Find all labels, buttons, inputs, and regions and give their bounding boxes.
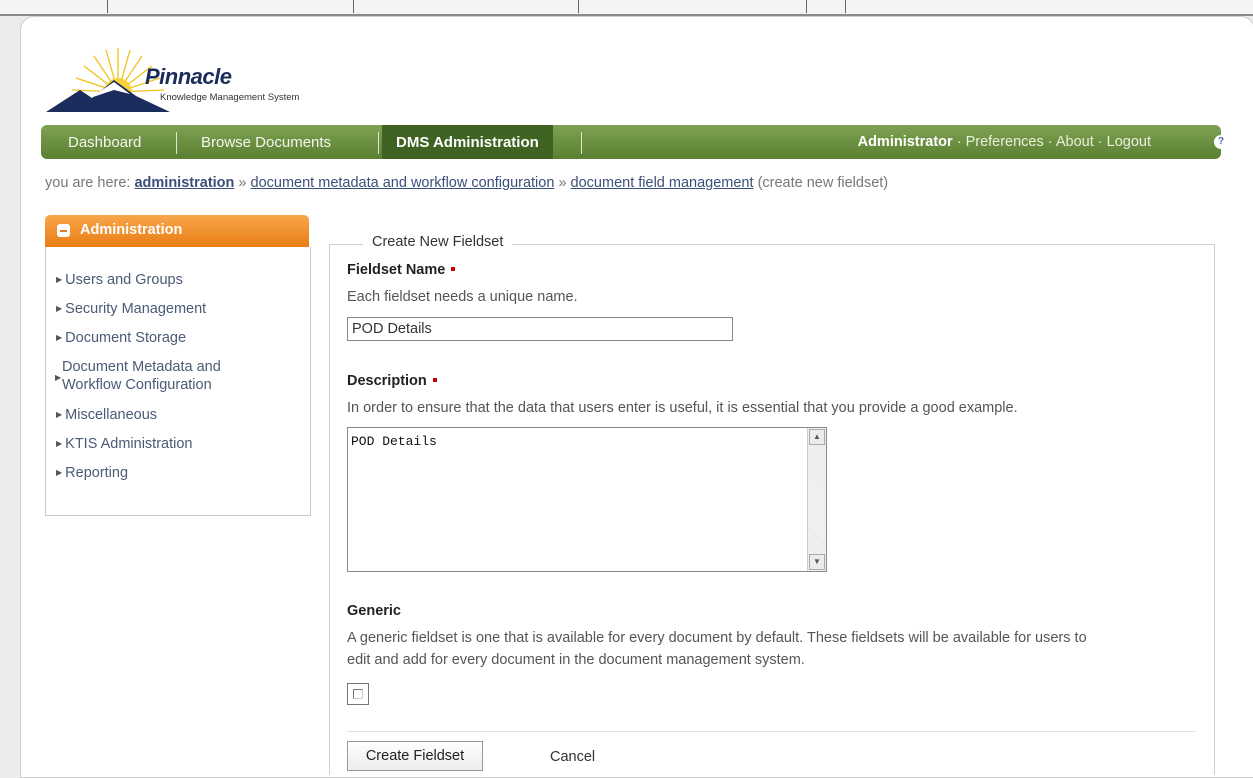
sidebar-title: Administration — [80, 222, 183, 238]
app-name: Pinnacle — [145, 64, 232, 89]
breadcrumb-current: (create new fieldset) — [757, 175, 889, 191]
textarea-scrollbar[interactable]: ▲ ▼ — [807, 428, 826, 571]
form-divider — [347, 731, 1195, 732]
arrow-right-icon: ▶ — [56, 410, 63, 419]
sidebar-item-label: Reporting — [65, 465, 129, 481]
form-legend: Create New Fieldset — [363, 234, 513, 250]
sidebar-item-security-management[interactable]: ▶ Security Management — [56, 301, 206, 317]
breadcrumb-separator: » — [558, 175, 567, 191]
fieldset-name-input[interactable]: POD Details — [347, 317, 733, 341]
sidebar-item-label: Users and Groups — [65, 272, 183, 288]
scroll-up-icon[interactable]: ▲ — [809, 429, 825, 445]
generic-checkbox[interactable] — [347, 683, 369, 705]
nav-divider — [176, 132, 177, 154]
preferences-link[interactable]: Preferences — [966, 134, 1044, 150]
sidebar-header[interactable]: Administration — [45, 215, 309, 247]
description-help: In order to ensure that the data that us… — [347, 400, 1018, 416]
logout-link[interactable]: Logout — [1107, 134, 1151, 150]
arrow-right-icon: ▶ — [56, 439, 63, 448]
sidebar-item-metadata-workflow[interactable]: ▶ Document Metadata and Workflow Configura… — [55, 358, 221, 394]
required-icon — [432, 378, 437, 382]
fieldset-name-help: Each fieldset needs a unique name. — [347, 289, 578, 305]
sidebar-item-label: Document Storage — [65, 330, 187, 346]
nav-divider — [378, 132, 379, 154]
description-label: Description — [347, 373, 437, 389]
arrow-right-icon: ▶ — [56, 333, 63, 342]
nav-divider — [581, 132, 582, 154]
generic-help: A generic fieldset is one that is availa… — [347, 627, 1087, 671]
collapse-icon[interactable] — [57, 224, 70, 237]
fieldset-name-label-text: Fieldset Name — [347, 262, 446, 278]
fieldset-name-label: Fieldset Name — [347, 262, 456, 278]
tab-separator — [353, 0, 354, 13]
nav-dashboard[interactable]: Dashboard — [68, 125, 141, 159]
breadcrumb-prefix: you are here: — [45, 175, 131, 191]
tab-separator — [806, 0, 807, 13]
user-name[interactable]: Administrator — [858, 134, 953, 150]
user-menu-separator: · — [1093, 134, 1107, 150]
breadcrumb: you are here: administration » document … — [45, 175, 888, 191]
generic-label: Generic — [347, 603, 401, 619]
tab-separator — [578, 0, 579, 13]
generic-help-line1: A generic fieldset is one that is availa… — [347, 630, 1087, 646]
arrow-right-icon: ▶ — [56, 275, 63, 284]
user-menu-separator: · — [1043, 134, 1056, 150]
cancel-link[interactable]: Cancel — [550, 749, 595, 765]
sidebar-item-label: Miscellaneous — [65, 407, 158, 423]
sidebar-item-label: Document Metadata and — [62, 359, 221, 375]
generic-help-line2: edit and add for every document in the d… — [347, 652, 805, 668]
arrow-right-icon: ▶ — [56, 304, 63, 313]
required-icon — [451, 267, 456, 271]
breadcrumb-field-management[interactable]: document field management — [571, 175, 754, 191]
sidebar-item-reporting[interactable]: ▶ Reporting — [56, 465, 128, 481]
sidebar-item-document-storage[interactable]: ▶ Document Storage — [56, 330, 186, 346]
sidebar-item-label: KTIS Administration — [65, 436, 193, 452]
breadcrumb-metadata-workflow[interactable]: document metadata and workflow configura… — [251, 175, 555, 191]
sidebar-menu: ▶ Users and Groups ▶ Security Management ▶… — [45, 247, 311, 516]
breadcrumb-administration[interactable]: administration — [134, 175, 234, 191]
about-link[interactable]: About — [1056, 134, 1094, 150]
sidebar-item-miscellaneous[interactable]: ▶ Miscellaneous — [56, 407, 157, 423]
main-navbar: Dashboard Browse Documents DMS Administr… — [41, 125, 1228, 159]
tab-separator — [845, 0, 846, 13]
app-subtitle: Knowledge Management System — [160, 92, 300, 103]
tab-separator — [107, 0, 108, 13]
nav-dms-administration[interactable]: DMS Administration — [382, 125, 553, 159]
arrow-right-icon: ▶ — [56, 468, 63, 477]
arrow-right-icon: ▶ — [55, 373, 62, 382]
description-label-text: Description — [347, 373, 427, 389]
user-menu: Administrator · Preferences · About · Lo… — [858, 125, 1151, 159]
sidebar-item-label-line2: Workflow Configuration — [62, 377, 212, 393]
breadcrumb-separator: » — [238, 175, 247, 191]
create-fieldset-button[interactable]: Create Fieldset — [347, 741, 483, 771]
sidebar-item-ktis-administration[interactable]: ▶ KTIS Administration — [56, 436, 192, 452]
user-menu-separator: · — [952, 134, 966, 150]
sidebar-item-label: Security Management — [65, 301, 207, 317]
nav-browse-documents[interactable]: Browse Documents — [201, 125, 331, 159]
description-textarea[interactable]: POD Details ▲ ▼ — [347, 427, 827, 572]
description-value: POD Details — [351, 434, 437, 449]
sidebar-item-users-groups[interactable]: ▶ Users and Groups — [56, 272, 183, 288]
scroll-down-icon[interactable]: ▼ — [809, 554, 825, 570]
browser-tab-strip — [0, 0, 1253, 16]
help-icon[interactable]: ? — [1214, 135, 1228, 149]
